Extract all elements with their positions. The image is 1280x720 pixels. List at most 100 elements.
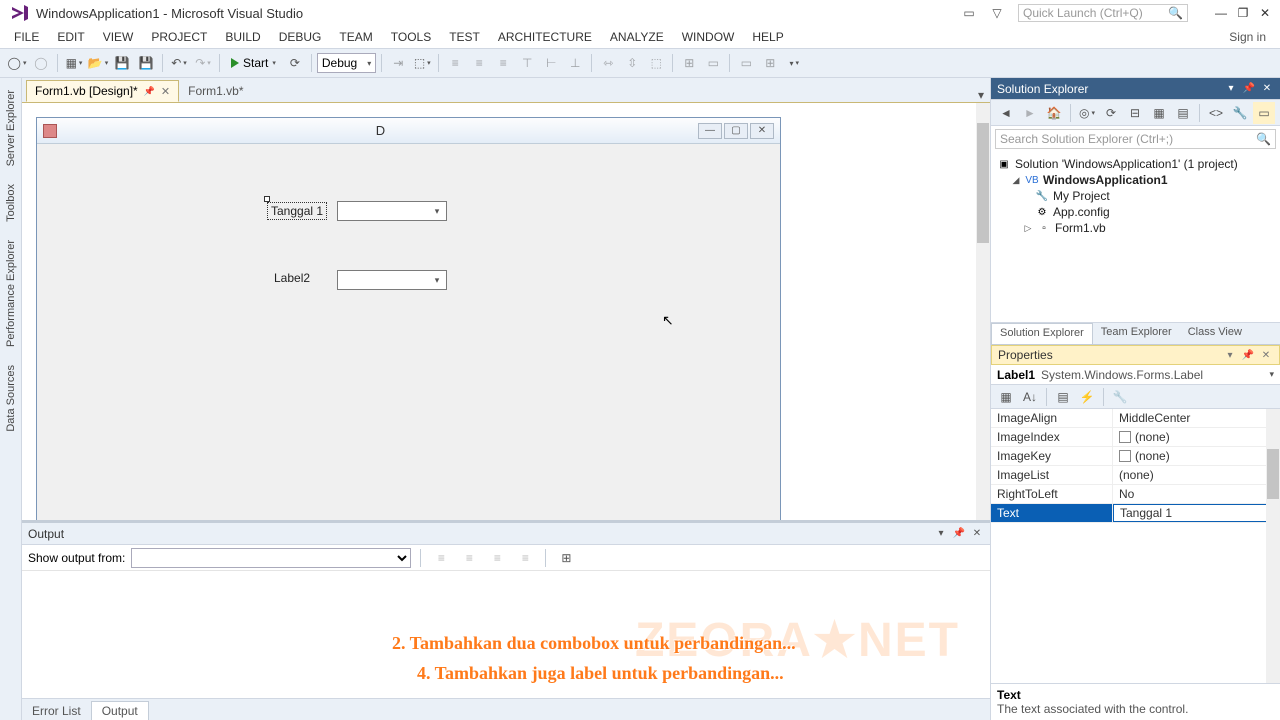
properties-page-icon[interactable]: ▤: [1052, 386, 1074, 408]
combobox2-control[interactable]: ▾: [337, 270, 447, 290]
close-icon[interactable]: ✕: [1260, 82, 1274, 96]
close-icon[interactable]: ✕: [1259, 348, 1273, 362]
align-right-button[interactable]: ≡: [492, 52, 514, 74]
categorized-icon[interactable]: ▦: [995, 386, 1017, 408]
tree-item-form1[interactable]: ▷ ▫ Form1.vb: [997, 220, 1274, 236]
forward-icon[interactable]: ►: [1019, 102, 1041, 124]
tree-solution-node[interactable]: ▣ Solution 'WindowsApplication1' (1 proj…: [997, 156, 1274, 172]
feedback-icon[interactable]: ▽: [990, 6, 1004, 20]
properties-icon[interactable]: 🔧: [1229, 102, 1251, 124]
scrollbar-vertical[interactable]: [1266, 409, 1280, 683]
hspace-button[interactable]: ⇿: [597, 52, 619, 74]
solution-search-input[interactable]: Search Solution Explorer (Ctrl+;) 🔍: [995, 129, 1276, 149]
form-window[interactable]: D — ▢ ✕ Tanggal 1 ▾ Label2 ▾ ↖: [36, 117, 781, 520]
expand-icon[interactable]: ▷: [1023, 223, 1033, 234]
menu-edit[interactable]: EDIT: [49, 28, 92, 46]
notifications-icon[interactable]: ▭: [962, 6, 976, 20]
close-button[interactable]: ✕: [1258, 6, 1272, 20]
rail-perf-explorer[interactable]: Performance Explorer: [5, 236, 17, 351]
preview-icon[interactable]: ▤: [1172, 102, 1194, 124]
prop-text-value[interactable]: Tanggal 1: [1120, 506, 1172, 520]
restore-button[interactable]: ❐: [1236, 6, 1250, 20]
scrollbar-vertical[interactable]: [976, 103, 990, 520]
menu-help[interactable]: HELP: [744, 28, 791, 46]
minimize-button[interactable]: —: [1214, 6, 1228, 20]
collapse-icon[interactable]: ⊟: [1124, 102, 1146, 124]
sign-in-link[interactable]: Sign in: [1221, 28, 1274, 46]
send-back-button[interactable]: ▭: [735, 52, 757, 74]
step-into-button[interactable]: ⇥: [387, 52, 409, 74]
nav-back-button[interactable]: ◯: [6, 52, 28, 74]
open-file-button[interactable]: 📂: [87, 52, 109, 74]
align-bottom-button[interactable]: ⊥: [564, 52, 586, 74]
goto-prev-button[interactable]: ≡: [430, 547, 452, 569]
tab-error-list[interactable]: Error List: [22, 702, 91, 720]
menu-team[interactable]: TEAM: [331, 28, 380, 46]
form-designer-surface[interactable]: D — ▢ ✕ Tanggal 1 ▾ Label2 ▾ ↖: [22, 102, 990, 520]
prop-row-imagelist[interactable]: ImageList (none): [991, 466, 1280, 485]
size-button[interactable]: ⬚: [645, 52, 667, 74]
tab-team-explorer[interactable]: Team Explorer: [1093, 323, 1180, 344]
quick-launch-input[interactable]: Quick Launch (Ctrl+Q) 🔍: [1018, 4, 1188, 22]
tab-output[interactable]: Output: [91, 701, 149, 720]
new-project-button[interactable]: ▦: [63, 52, 85, 74]
redo-button[interactable]: ↷: [192, 52, 214, 74]
pin-icon[interactable]: 📌: [1242, 82, 1256, 96]
rail-server-explorer[interactable]: Server Explorer: [5, 86, 17, 170]
properties-object-select[interactable]: Label1 System.Windows.Forms.Label ▾: [991, 365, 1280, 385]
menu-analyze[interactable]: ANALYZE: [602, 28, 672, 46]
scope-icon[interactable]: ◎: [1076, 102, 1098, 124]
close-tab-icon[interactable]: ✕: [161, 85, 170, 98]
browser-link-button[interactable]: ⟳: [284, 52, 306, 74]
combobox1-control[interactable]: ▾: [337, 201, 447, 221]
scrollbar-thumb[interactable]: [1267, 449, 1279, 499]
tab-class-view[interactable]: Class View: [1180, 323, 1250, 344]
step-over-button[interactable]: ⬚: [411, 52, 433, 74]
menu-architecture[interactable]: ARCHITECTURE: [490, 28, 600, 46]
menu-view[interactable]: VIEW: [95, 28, 142, 46]
pin-icon[interactable]: 📌: [1241, 348, 1255, 362]
properties-grid[interactable]: ImageAlign MiddleCenter ImageIndex (none…: [991, 409, 1280, 683]
menu-window[interactable]: WINDOW: [674, 28, 743, 46]
close-icon[interactable]: ✕: [970, 527, 984, 541]
pin-icon[interactable]: 📌: [144, 86, 155, 97]
show-all-icon[interactable]: ▦: [1148, 102, 1170, 124]
active-files-dropdown[interactable]: ▾: [972, 88, 990, 102]
tree-item-myproject[interactable]: 🔧 My Project: [997, 188, 1274, 204]
panel-dropdown-icon[interactable]: ▾: [1224, 82, 1238, 96]
align-left-button[interactable]: ≡: [444, 52, 466, 74]
output-source-select[interactable]: [131, 548, 411, 568]
panel-dropdown-icon[interactable]: ▾: [1223, 348, 1237, 362]
prop-row-imageindex[interactable]: ImageIndex (none): [991, 428, 1280, 447]
undo-button[interactable]: ↶: [168, 52, 190, 74]
config-select[interactable]: Debug ▾: [317, 53, 376, 73]
solution-tree[interactable]: ▣ Solution 'WindowsApplication1' (1 proj…: [991, 152, 1280, 322]
label1-control[interactable]: Tanggal 1: [267, 202, 327, 220]
pin-icon[interactable]: 📌: [952, 527, 966, 541]
save-button[interactable]: 💾: [111, 52, 133, 74]
panel-dropdown-icon[interactable]: ▾: [934, 527, 948, 541]
back-icon[interactable]: ◄: [995, 102, 1017, 124]
refresh-icon[interactable]: ⟳: [1100, 102, 1122, 124]
prop-pages-icon[interactable]: 🔧: [1109, 386, 1131, 408]
rail-toolbox[interactable]: Toolbox: [5, 180, 17, 226]
prop-row-imagealign[interactable]: ImageAlign MiddleCenter: [991, 409, 1280, 428]
menu-test[interactable]: TEST: [441, 28, 488, 46]
doctab-form-code[interactable]: Form1.vb*: [179, 80, 252, 102]
toolbar-overflow[interactable]: ▾: [783, 52, 805, 74]
tree-item-appconfig[interactable]: ⚙ App.config: [997, 204, 1274, 220]
menu-project[interactable]: PROJECT: [143, 28, 215, 46]
prop-row-imagekey[interactable]: ImageKey (none): [991, 447, 1280, 466]
align-middle-button[interactable]: ⊢: [540, 52, 562, 74]
align-center-button[interactable]: ≡: [468, 52, 490, 74]
save-all-button[interactable]: 💾: [135, 52, 157, 74]
prop-row-text[interactable]: Text Tanggal 1▾: [991, 504, 1280, 523]
tab-solution-explorer[interactable]: Solution Explorer: [991, 323, 1093, 344]
toggle-wrap-button[interactable]: ≡: [514, 547, 536, 569]
start-button[interactable]: Start ▾: [225, 52, 282, 74]
goto-next-button[interactable]: ≡: [458, 547, 480, 569]
menu-build[interactable]: BUILD: [217, 28, 268, 46]
bring-front-button[interactable]: ▭: [702, 52, 724, 74]
find-button[interactable]: ⊞: [555, 547, 577, 569]
rail-data-sources[interactable]: Data Sources: [5, 361, 17, 436]
